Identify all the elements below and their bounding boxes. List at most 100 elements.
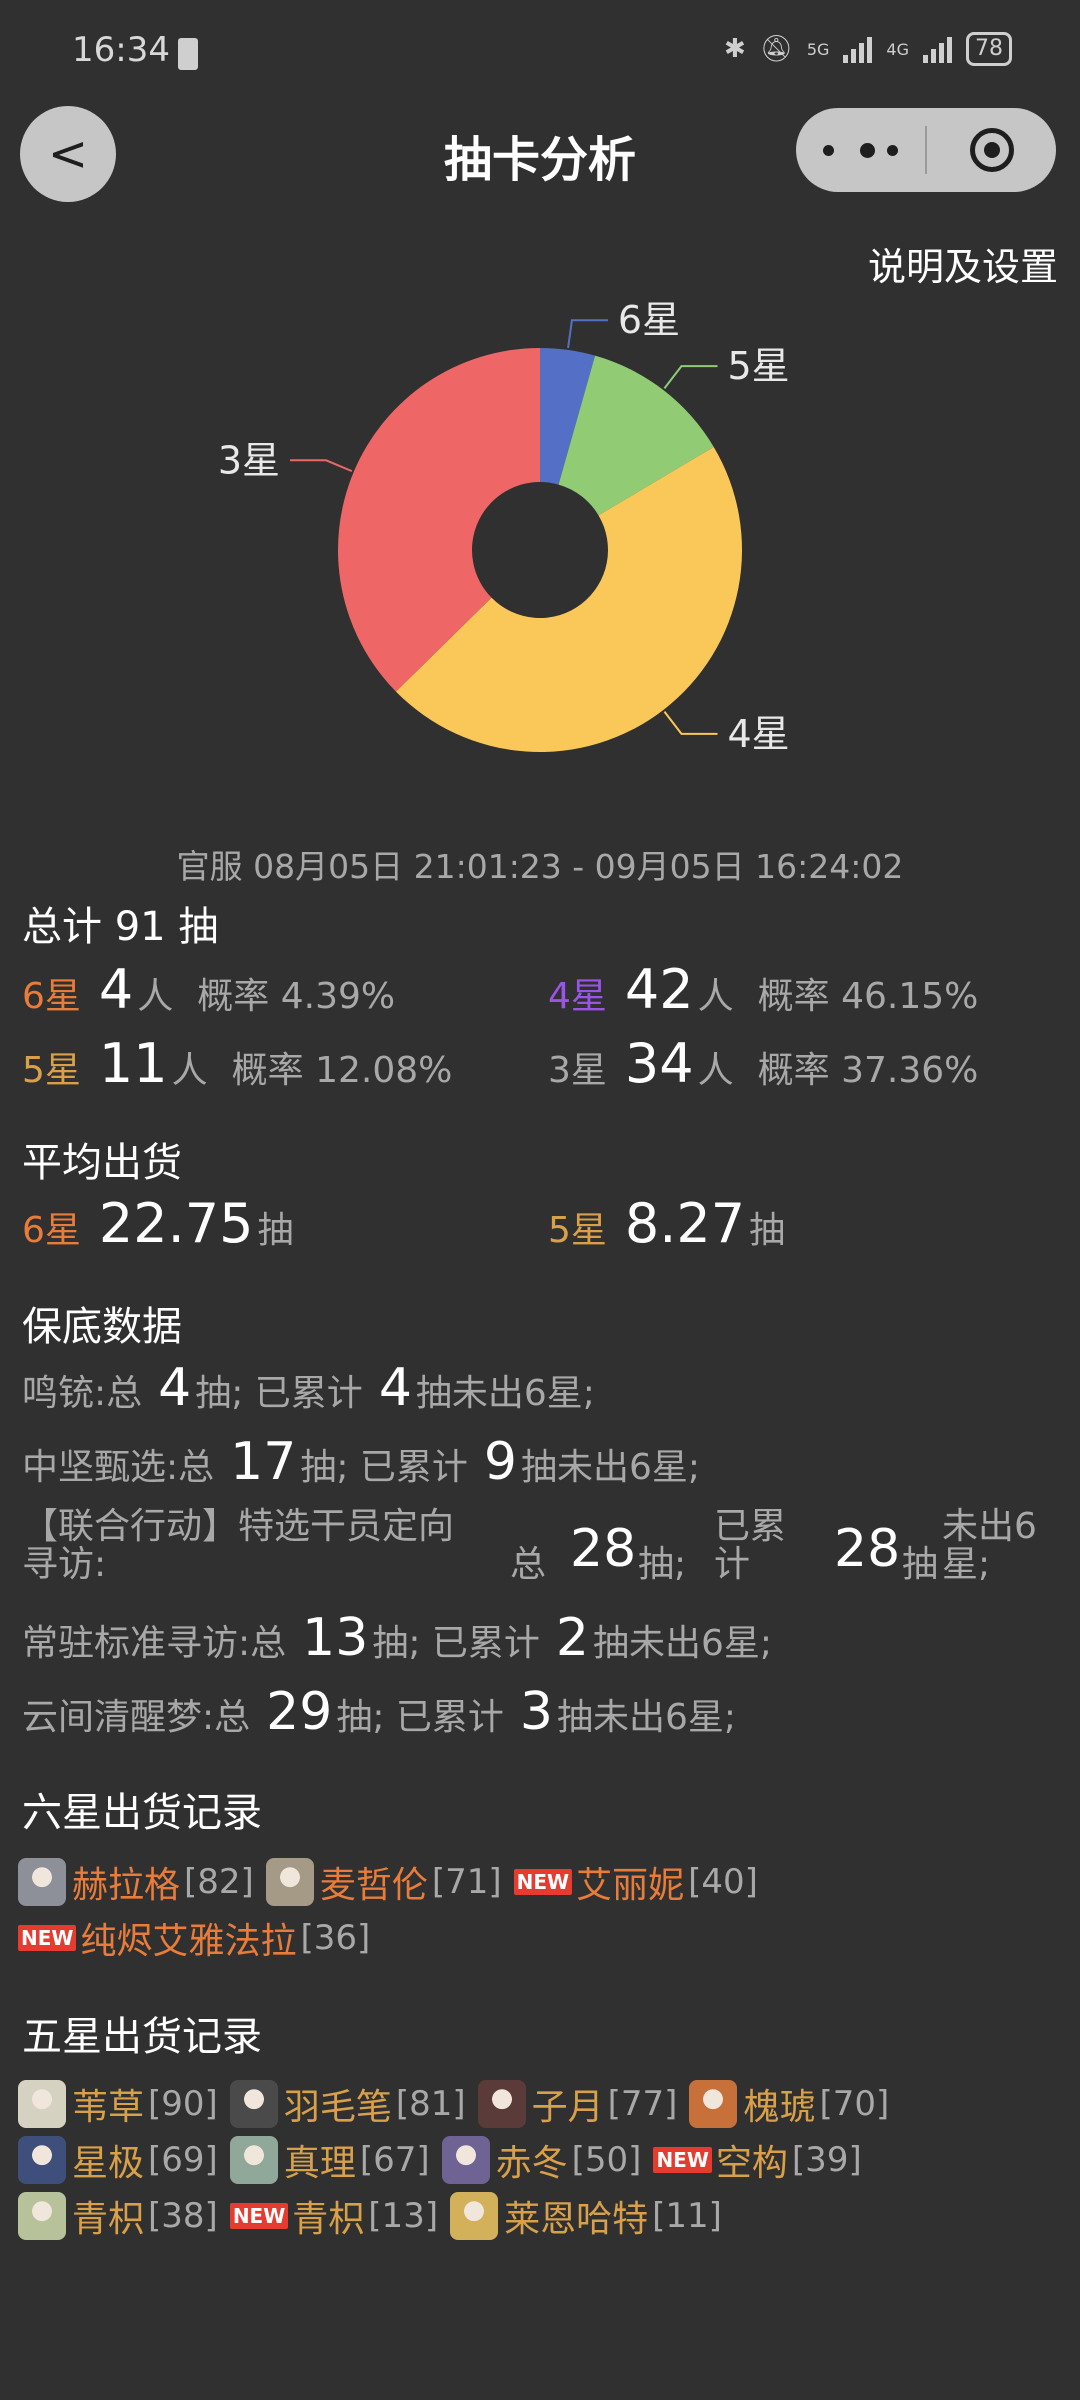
operator-avatar	[450, 2192, 499, 2240]
pool-tail-2: 星;	[942, 1544, 991, 1585]
record-item[interactable]: 莱恩哈特 [11]	[450, 2190, 722, 2242]
pull-count: [82]	[184, 1862, 254, 1902]
record-item[interactable]: 星极 [69]	[18, 2134, 218, 2186]
record-item[interactable]: 羽毛笔 [81]	[229, 2078, 466, 2130]
unit-label: 人	[697, 1050, 734, 1091]
pull-count: [67]	[359, 2140, 430, 2180]
pool-mid: 抽; 已累计	[195, 1373, 363, 1414]
five-star-records: 苇草 [90] 羽毛笔 [81] 子月 [77] 槐琥 [70] 星极 [69] 真理 [67] 赤冬[…	[18, 2076, 901, 2244]
record-line: 星极 [69] 真理 [67] 赤冬 [50] NEW 空构 [39]	[18, 2132, 901, 2188]
operator-name: 莱恩哈特	[504, 2199, 649, 2240]
record-item[interactable]: 赤冬 [50]	[441, 2134, 641, 2186]
record-item[interactable]: 赫拉格 [82]	[18, 1856, 254, 1908]
pie-leader-line	[290, 459, 353, 473]
pull-count: [77]	[607, 2084, 678, 2124]
operator-avatar	[18, 2080, 66, 2128]
operator-name: 麦哲伦	[319, 1865, 428, 1906]
pool-accumulated: 3	[519, 1682, 553, 1742]
operator-name: 赫拉格	[72, 1865, 181, 1906]
operator-name: 纯烬艾雅法拉	[80, 1921, 297, 1962]
pool-name-line2: 寻访:	[22, 1544, 107, 1585]
star-label: 6星	[22, 1210, 81, 1251]
operator-avatar	[441, 2136, 490, 2184]
pie-label: 5星	[727, 344, 789, 388]
operator-name: 星极	[72, 2143, 145, 2184]
star-label: 3星	[548, 1050, 607, 1091]
record-item[interactable]: NEW 青枳 [13]	[229, 2190, 438, 2242]
pool-accumulated: 28	[834, 1519, 901, 1579]
five-star-records-heading: 五星出货记录	[22, 2014, 262, 2060]
status-icons: ✱ 🔕︎ 5G 4G 78	[724, 32, 1012, 66]
pool-tail: 抽未出6星;	[520, 1447, 701, 1488]
operator-name: 槐琥	[743, 2087, 816, 2128]
new-badge: NEW	[229, 2203, 289, 2229]
record-item[interactable]: 青枳 [38]	[18, 2190, 218, 2242]
star-label: 5星	[548, 1210, 607, 1251]
pool-tail: 抽未出6星;	[556, 1697, 737, 1738]
stat-6star: 6星 4 人 概率 4.39%	[22, 958, 395, 1021]
pool-name: 中坚甄选:总	[22, 1447, 215, 1488]
pool-name: 云间清醒梦:总	[22, 1697, 251, 1738]
signal-icon-2	[923, 35, 952, 63]
mini-program-capsule	[796, 108, 1056, 192]
pool-total: 17	[230, 1432, 297, 1492]
record-item[interactable]: NEW 纯烬艾雅法拉 [36]	[18, 1912, 370, 1964]
more-button[interactable]	[796, 142, 925, 158]
pool-tail: 抽未出6星;	[415, 1373, 595, 1414]
pool-total: 4	[158, 1358, 192, 1418]
star-count: 42	[624, 958, 694, 1021]
average-heading: 平均出货	[22, 1140, 182, 1186]
operator-name: 羽毛笔	[283, 2087, 392, 2128]
pie-label: 6星	[618, 298, 680, 342]
pool-mid: 抽; 已累计	[336, 1697, 504, 1738]
record-item[interactable]: NEW 空构 [39]	[653, 2134, 862, 2186]
record-line: NEW 纯烬艾雅法拉 [36]	[18, 1910, 770, 1966]
pull-count: [11]	[652, 2196, 722, 2236]
record-item[interactable]: NEW 艾丽妮 [40]	[513, 1856, 758, 1908]
record-item[interactable]: 麦哲伦 [71]	[265, 1856, 502, 1908]
operator-name: 艾丽妮	[576, 1865, 685, 1906]
record-item[interactable]: 槐琥 [70]	[689, 2078, 889, 2130]
dot-icon	[887, 144, 898, 156]
pull-count: [70]	[819, 2084, 890, 2124]
status-time: 16:34	[72, 30, 170, 70]
star-count: 11	[98, 1032, 168, 1095]
pool-acc-label: 已累	[714, 1506, 787, 1547]
operator-avatar	[18, 2136, 66, 2184]
signal-icon	[843, 35, 873, 63]
network-4g-label: 4G	[886, 39, 909, 59]
pool-accumulated: 9	[483, 1432, 517, 1492]
pool-accumulated: 4	[378, 1358, 412, 1418]
rate-label: 概率 12.08%	[231, 1050, 453, 1091]
pull-count: [81]	[395, 2084, 466, 2124]
target-icon	[969, 128, 1014, 172]
pity-row: 中坚甄选:总 17 抽; 已累计 9 抽未出6星;	[22, 1432, 700, 1492]
operator-name: 青枳	[292, 2199, 365, 2240]
pie-leader-line	[663, 365, 718, 389]
pool-tail: 未出6	[942, 1506, 1037, 1547]
pool-accumulated: 2	[555, 1608, 589, 1668]
avg-value: 8.27	[624, 1192, 746, 1255]
operator-avatar	[18, 1858, 66, 1906]
avg-6star: 6星 22.75 抽	[22, 1192, 294, 1255]
stat-4star: 4星 42 人 概率 46.15%	[548, 958, 978, 1021]
pool-unit-2: 抽	[902, 1544, 939, 1585]
avg-value: 22.75	[98, 1192, 254, 1255]
six-star-records: 赫拉格 [82] 麦哲伦 [71] NEW 艾丽妮 [40] NEW 纯烬艾雅法拉 [36]	[18, 1854, 770, 1966]
unit-label: 抽	[749, 1210, 786, 1251]
record-item[interactable]: 苇草 [90]	[18, 2078, 218, 2130]
stat-5star: 5星 11 人 概率 12.08%	[22, 1032, 452, 1095]
dot-icon	[860, 142, 875, 158]
record-item[interactable]: 真理 [67]	[229, 2134, 430, 2186]
operator-avatar	[265, 1858, 314, 1906]
record-line: 赫拉格 [82] 麦哲伦 [71] NEW 艾丽妮 [40]	[18, 1854, 770, 1910]
operator-avatar	[229, 2136, 278, 2184]
pull-count: [38]	[148, 2196, 218, 2236]
record-item[interactable]: 子月 [77]	[477, 2078, 678, 2130]
close-mini-program-button[interactable]	[927, 128, 1056, 172]
operator-name: 赤冬	[495, 2143, 568, 2184]
battery-saver-icon	[178, 38, 198, 70]
pool-mid: 抽; 已累计	[372, 1623, 540, 1664]
pool-total-label: 总	[510, 1544, 547, 1585]
pool-total: 28	[570, 1519, 637, 1579]
